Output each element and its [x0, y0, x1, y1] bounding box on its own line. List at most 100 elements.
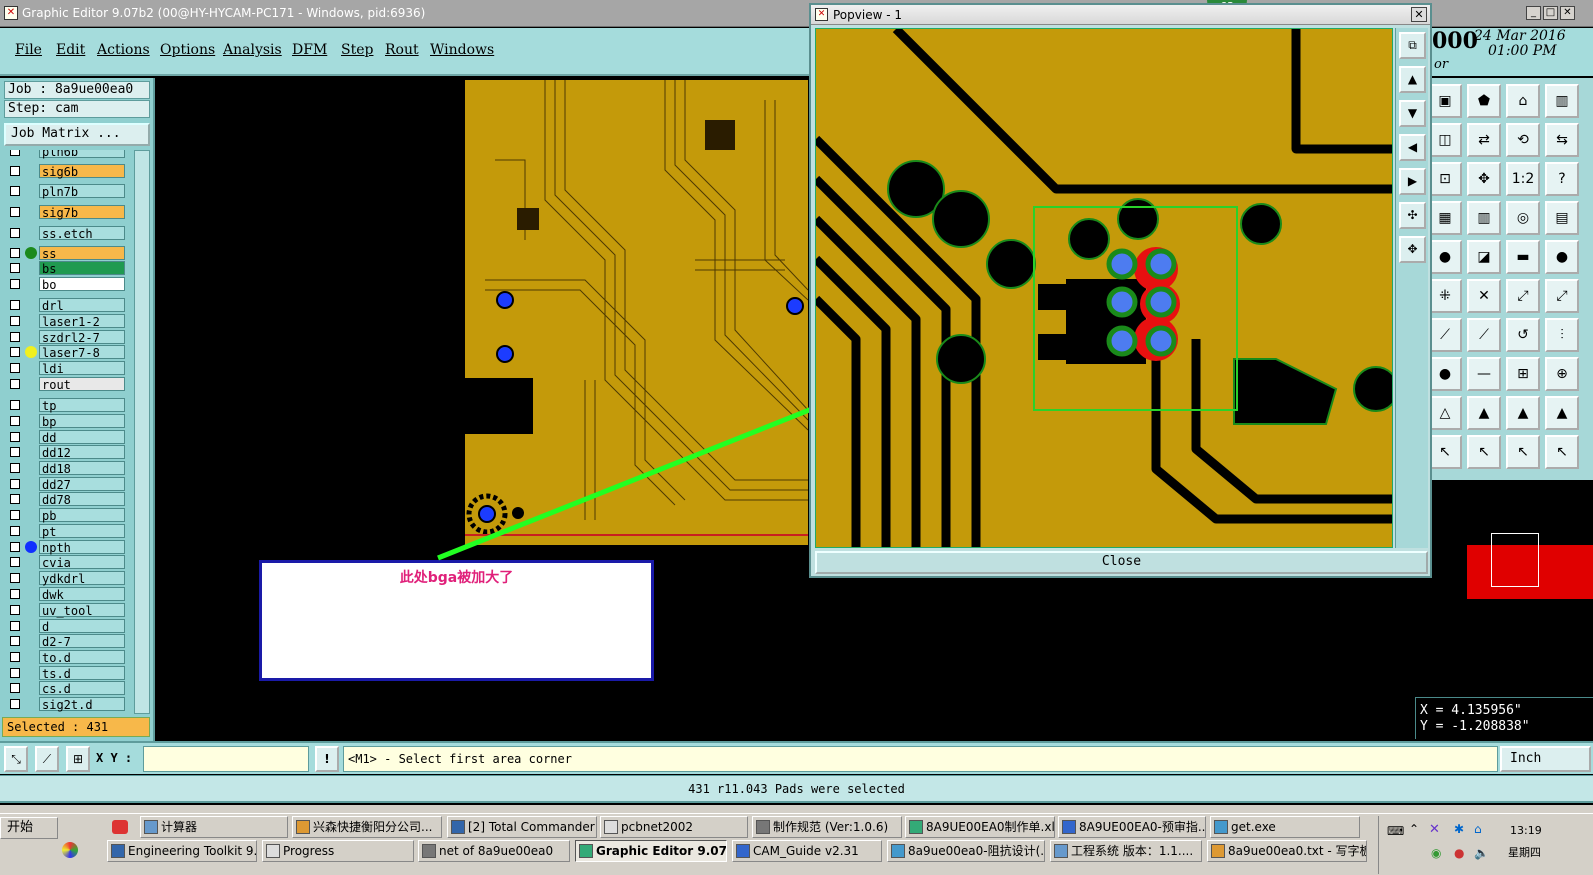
layer-checkbox[interactable]	[10, 573, 20, 583]
layer-checkbox[interactable]	[10, 621, 20, 631]
taskbar-item[interactable]: Engineering Toolkit 9.07...	[107, 840, 257, 862]
tool-icon[interactable]: ◪	[1467, 240, 1501, 274]
layer-row[interactable]: sig7b	[4, 205, 125, 220]
taskbar-item[interactable]: Progress	[262, 840, 414, 862]
tool-icon[interactable]: ↖	[1506, 435, 1540, 469]
layer-name[interactable]: dd12	[39, 445, 125, 460]
layer-name[interactable]: ts.d	[39, 666, 125, 681]
layer-name[interactable]: dd18	[39, 461, 125, 476]
layer-checkbox[interactable]	[10, 636, 20, 646]
layer-row[interactable]: tp	[4, 398, 125, 413]
layer-row[interactable]: pt	[4, 524, 125, 539]
pan-right-icon[interactable]: ▶	[1399, 168, 1426, 195]
layer-row[interactable]: bs	[4, 261, 125, 276]
layer-name[interactable]: uv_tool	[39, 603, 125, 618]
layer-row[interactable]: dd18	[4, 461, 125, 476]
layer-name[interactable]: ldi	[39, 361, 125, 376]
layer-row[interactable]: bp	[4, 414, 125, 429]
layer-checkbox[interactable]	[10, 347, 20, 357]
layer-name[interactable]: pt	[39, 524, 125, 539]
zoom-out-icon[interactable]: ✥	[1399, 236, 1426, 263]
layer-name[interactable]: tp	[39, 398, 125, 413]
tool-icon[interactable]: ▤	[1545, 201, 1579, 235]
app-tray-icon[interactable]: ●	[1454, 846, 1464, 860]
layer-row[interactable]: cvia	[4, 555, 125, 570]
layer-name[interactable]: ydkdrl	[39, 571, 125, 586]
taskbar-item[interactable]: net of 8a9ue00ea0	[418, 840, 570, 862]
layer-checkbox[interactable]	[10, 228, 20, 238]
tool-icon[interactable]: ⤢	[1545, 279, 1579, 313]
tool-icon[interactable]: ↖	[1428, 435, 1462, 469]
layer-checkbox[interactable]	[10, 316, 20, 326]
taskbar-item[interactable]: pcbnet2002	[600, 816, 748, 838]
taskbar-item[interactable]: 兴森快捷衡阳分公司...	[292, 816, 442, 838]
layer-checkbox[interactable]	[10, 542, 20, 552]
tool-icon[interactable]: ✕	[1467, 279, 1501, 313]
taskbar-item[interactable]: 工程系统 版本：1.1....	[1050, 840, 1202, 862]
tool-icon[interactable]: ↖	[1467, 435, 1501, 469]
tool-tray-icon[interactable]: ✕	[1429, 822, 1440, 837]
overview-map[interactable]	[1432, 480, 1593, 695]
layer-checkbox[interactable]	[10, 589, 20, 599]
layer-name[interactable]: cvia	[39, 555, 125, 570]
layer-checkbox[interactable]	[10, 432, 20, 442]
layer-checkbox[interactable]	[10, 557, 20, 567]
menu-rout[interactable]: Rout	[385, 42, 419, 58]
tool-icon[interactable]: ↺	[1506, 318, 1540, 352]
layer-checkbox[interactable]	[10, 494, 20, 504]
layer-name[interactable]: dd	[39, 430, 125, 445]
layer-checkbox[interactable]	[10, 150, 20, 156]
popview-close-button[interactable]: Close	[815, 551, 1428, 574]
layer-checkbox[interactable]	[10, 699, 20, 709]
layer-row[interactable]: pb	[4, 508, 125, 523]
layer-row[interactable]: dd12	[4, 445, 125, 460]
job-matrix-button[interactable]: Job Matrix ...	[4, 123, 150, 146]
layer-name[interactable]: sig7b	[39, 205, 125, 220]
layer-row[interactable]: sig2t.d	[4, 697, 125, 712]
tool-icon[interactable]: ▥	[1545, 84, 1579, 118]
zoom-in-icon[interactable]: ✣	[1399, 202, 1426, 229]
menu-step[interactable]: Step	[341, 42, 373, 58]
layer-checkbox[interactable]	[10, 526, 20, 536]
layer-row[interactable]: dwk	[4, 587, 125, 602]
tool-icon[interactable]: ▲	[1506, 396, 1540, 430]
popview-canvas[interactable]	[815, 28, 1393, 548]
tool-icon[interactable]: ◫	[1428, 123, 1462, 157]
menu-options[interactable]: Options	[160, 42, 215, 58]
layer-name[interactable]: bo	[39, 277, 125, 292]
menu-file[interactable]: File	[15, 42, 42, 58]
layer-name[interactable]: rout	[39, 377, 125, 392]
tool-icon[interactable]: ⤢	[1506, 279, 1540, 313]
layer-name[interactable]: dwk	[39, 587, 125, 602]
layer-checkbox[interactable]	[10, 300, 20, 310]
tool-icon[interactable]: ◎	[1506, 201, 1540, 235]
tool-icon[interactable]: ⟋	[1428, 318, 1462, 352]
layer-row[interactable]: npth	[4, 540, 125, 555]
layer-name[interactable]: ss	[39, 246, 125, 261]
layer-name[interactable]: laser1-2	[39, 314, 125, 329]
chrome-icon[interactable]	[112, 820, 128, 834]
layer-row[interactable]: ss	[4, 246, 125, 261]
layer-checkbox[interactable]	[10, 416, 20, 426]
overview-viewport[interactable]	[1491, 533, 1539, 587]
layer-checkbox[interactable]	[10, 363, 20, 373]
layer-checkbox[interactable]	[10, 379, 20, 389]
tool-icon[interactable]: ●	[1545, 240, 1579, 274]
layer-name[interactable]: drl	[39, 298, 125, 313]
quicklaunch-icon[interactable]	[62, 842, 78, 858]
tool-icon[interactable]: ▲	[1545, 396, 1579, 430]
layer-row[interactable]: d2-7	[4, 634, 125, 649]
layer-row[interactable]: rout	[4, 377, 125, 392]
zoom-box-icon[interactable]: ⤡	[4, 746, 28, 772]
network-icon[interactable]: ⌂	[1474, 822, 1482, 836]
warning-icon[interactable]: !	[315, 746, 339, 772]
layer-name[interactable]: npth	[39, 540, 125, 555]
layer-row[interactable]: laser1-2	[4, 314, 125, 329]
layer-row[interactable]: d	[4, 619, 125, 634]
tool-icon[interactable]: ⊕	[1545, 357, 1579, 391]
zoom-fit-icon[interactable]: ⧉	[1399, 32, 1426, 59]
tool-icon[interactable]: ▣	[1428, 84, 1462, 118]
layer-checkbox[interactable]	[10, 652, 20, 662]
layer-name[interactable]: sig6b	[39, 164, 125, 179]
layer-row[interactable]: pln7b	[4, 184, 125, 199]
